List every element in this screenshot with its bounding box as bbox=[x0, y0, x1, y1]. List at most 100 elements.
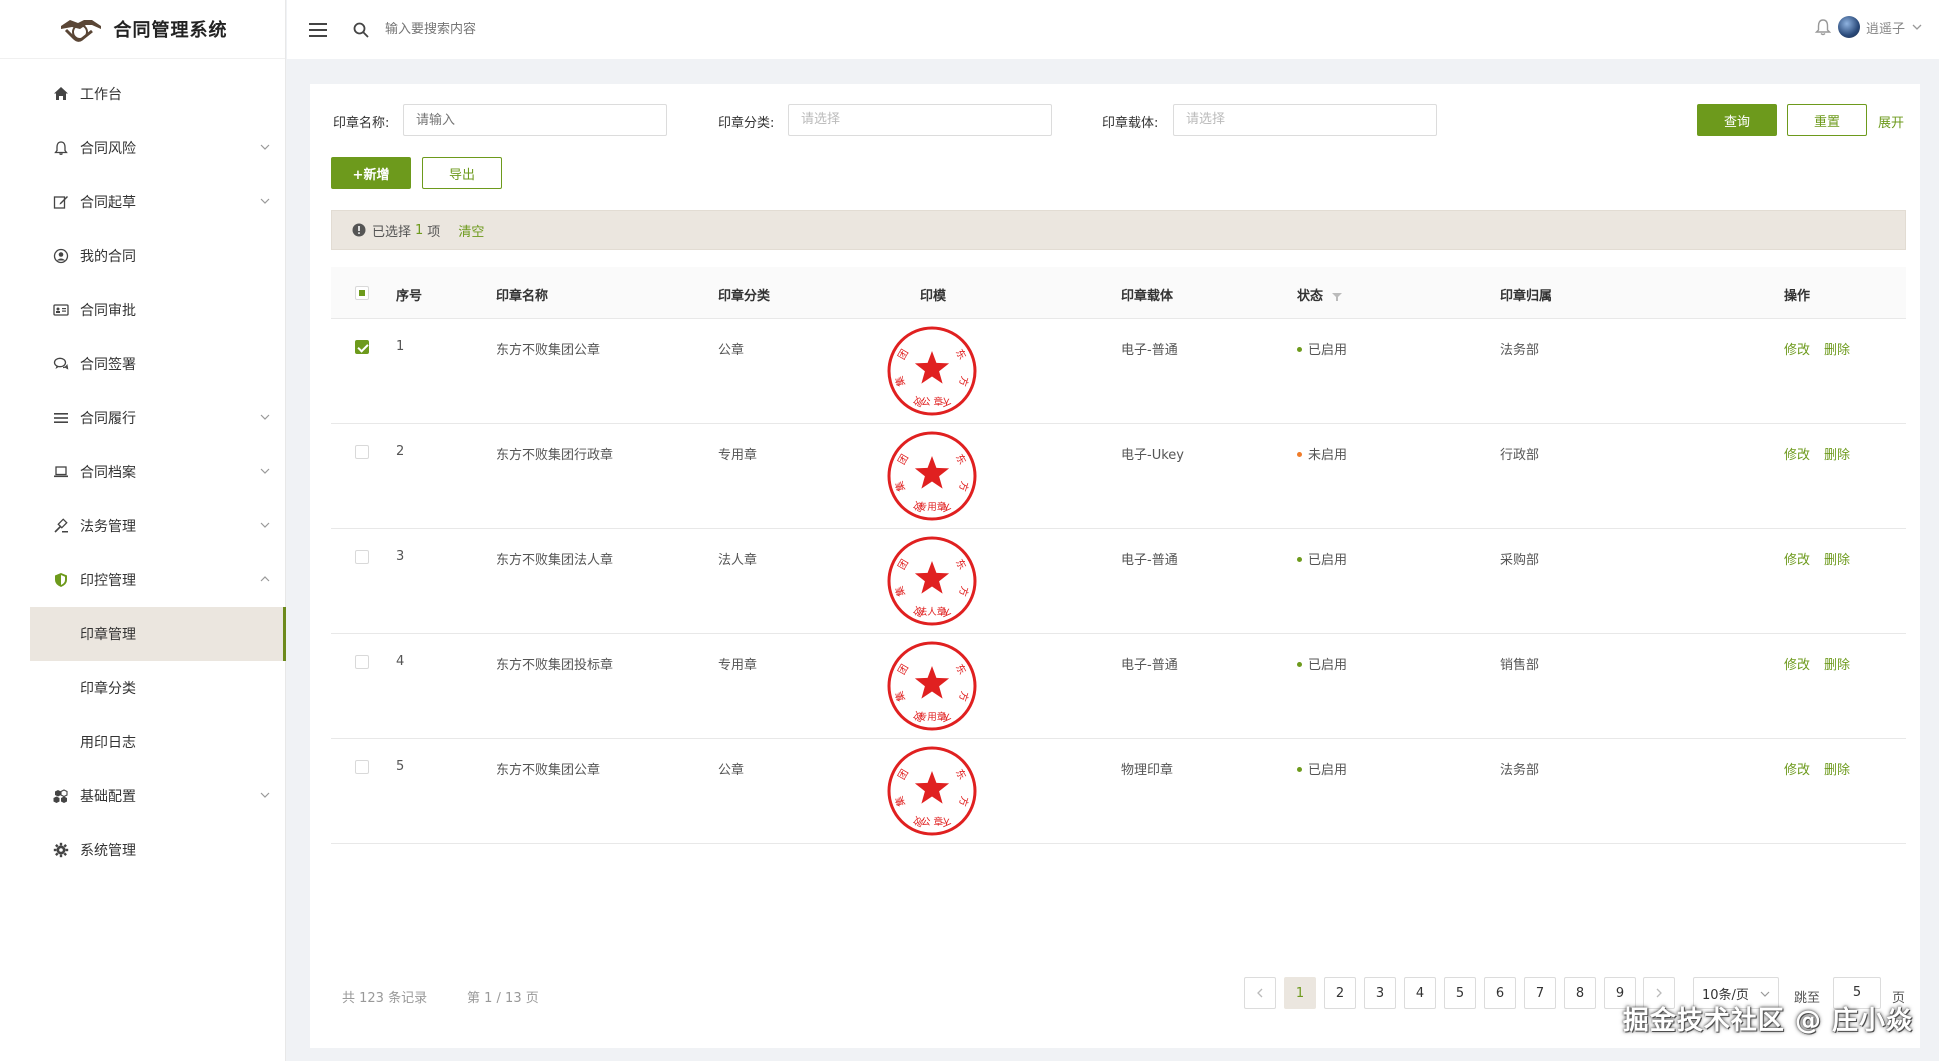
stamp-type-text: 专用章 bbox=[918, 501, 947, 513]
add-button[interactable]: +新增 bbox=[331, 157, 411, 189]
search-icon[interactable] bbox=[353, 22, 369, 38]
sidebar-item-label: 我的合同 bbox=[80, 249, 136, 265]
row-index: 3 bbox=[396, 549, 405, 564]
sidebar-item-laptop[interactable]: 合同档案 bbox=[0, 445, 285, 499]
sidebar-item-gavel[interactable]: 法务管理 bbox=[0, 499, 285, 553]
sidebar-item-cubes[interactable]: 基础配置 bbox=[0, 769, 285, 823]
row-owner: 采购部 bbox=[1500, 553, 1540, 568]
row-status: 已启用 bbox=[1297, 339, 1347, 358]
chevron-down-icon bbox=[260, 198, 270, 204]
sidebar-item-label: 合同起草 bbox=[80, 195, 136, 211]
table-row[interactable]: 3 东方不败集团法人章 法人章东方不败集团法人章 电子-普通 已启用 采购部 修改 删除 bbox=[331, 529, 1906, 634]
sidebar-item-bell[interactable]: 合同风险 bbox=[0, 121, 285, 175]
info-icon bbox=[352, 223, 366, 237]
edit-icon bbox=[52, 193, 70, 211]
page-button[interactable]: 3 bbox=[1364, 977, 1396, 1009]
table-row[interactable]: 1 东方不败集团公章 公章东方不败集团公 章电子-普通 已启用 法务部 修改 删除 bbox=[331, 319, 1906, 424]
edit-link[interactable]: 修改 bbox=[1784, 553, 1810, 568]
row-checkbox[interactable] bbox=[355, 340, 369, 354]
page-button[interactable]: 2 bbox=[1324, 977, 1356, 1009]
page-button[interactable]: 5 bbox=[1444, 977, 1476, 1009]
seal-category-select[interactable]: 请选择 bbox=[788, 104, 1052, 136]
row-actions: 修改 删除 bbox=[1784, 549, 1864, 568]
select-all-checkbox[interactable] bbox=[355, 286, 369, 300]
stamp-type-text: 专用章 bbox=[918, 711, 947, 723]
table-header: 序号 印章名称 印章分类 印模 印章载体 状态 印章归属 操作 bbox=[331, 267, 1906, 319]
sidebar-item-list[interactable]: 合同履行 bbox=[0, 391, 285, 445]
global-search-input[interactable] bbox=[385, 22, 685, 37]
row-seal-name: 东方不败集团投标章 bbox=[496, 658, 614, 673]
edit-link[interactable]: 修改 bbox=[1784, 763, 1810, 778]
row-checkbox[interactable] bbox=[355, 760, 369, 774]
selection-count: 1 bbox=[415, 222, 424, 238]
seal-name-input[interactable] bbox=[403, 104, 667, 136]
sidebar-subitem[interactable]: 用印日志 bbox=[0, 715, 285, 769]
sidebar-item-label: 系统管理 bbox=[80, 843, 136, 859]
status-label: 未启用 bbox=[1308, 448, 1348, 463]
col-carrier: 印章载体 bbox=[1121, 289, 1174, 304]
filter-icon[interactable] bbox=[1331, 292, 1342, 302]
row-status: 已启用 bbox=[1297, 759, 1347, 778]
sidebar-item-user-circle[interactable]: 我的合同 bbox=[0, 229, 285, 283]
row-checkbox[interactable] bbox=[355, 655, 369, 669]
delete-link[interactable]: 删除 bbox=[1824, 763, 1850, 778]
sidebar-item-id-card[interactable]: 合同审批 bbox=[0, 283, 285, 337]
chevron-down-icon[interactable] bbox=[1911, 21, 1923, 33]
col-index: 序号 bbox=[396, 289, 423, 304]
sidebar-subitem[interactable]: 印章管理 bbox=[30, 607, 286, 661]
export-button[interactable]: 导出 bbox=[422, 157, 502, 189]
edit-link[interactable]: 修改 bbox=[1784, 448, 1810, 463]
seal-name-label: 印章名称: bbox=[333, 116, 390, 131]
page-button[interactable]: 4 bbox=[1404, 977, 1436, 1009]
table-row[interactable]: 4 东方不败集团投标章 专用章东方不败集团专用章 电子-普通 已启用 销售部 修改 删除 bbox=[331, 634, 1906, 739]
stamp-ring-char: 集 bbox=[892, 690, 907, 704]
stamp-ring-char: 东 bbox=[953, 557, 969, 572]
page-info: 第 1 / 13 页 bbox=[467, 991, 539, 1006]
row-index: 1 bbox=[396, 339, 405, 354]
chevron-down-icon bbox=[1760, 991, 1770, 997]
seal-carrier-select[interactable]: 请选择 bbox=[1173, 104, 1437, 136]
notification-bell-icon[interactable] bbox=[1814, 18, 1832, 36]
menu-toggle-icon[interactable] bbox=[309, 22, 327, 37]
reset-button[interactable]: 重置 bbox=[1787, 104, 1867, 136]
row-actions: 修改 删除 bbox=[1784, 444, 1864, 463]
delete-link[interactable]: 删除 bbox=[1824, 553, 1850, 568]
sidebar-subitem[interactable]: 印章分类 bbox=[0, 661, 285, 715]
col-owner: 印章归属 bbox=[1500, 289, 1553, 304]
stamp-ring-char: 团 bbox=[896, 347, 911, 362]
clear-selection-link[interactable]: 清空 bbox=[458, 221, 484, 240]
logo[interactable]: 合同管理系统 bbox=[0, 0, 285, 59]
laptop-icon bbox=[52, 463, 70, 481]
delete-link[interactable]: 删除 bbox=[1824, 448, 1850, 463]
sidebar-item-home[interactable]: 工作台 bbox=[0, 67, 285, 121]
username[interactable]: 逍遥子 bbox=[1866, 18, 1905, 37]
page-button[interactable]: 8 bbox=[1564, 977, 1596, 1009]
chevron-down-icon bbox=[260, 144, 270, 150]
sidebar-item-label: 合同档案 bbox=[80, 465, 136, 481]
prev-page-button[interactable] bbox=[1244, 977, 1276, 1009]
page-button[interactable]: 1 bbox=[1284, 977, 1316, 1009]
row-checkbox[interactable] bbox=[355, 445, 369, 459]
table-row[interactable]: 2 东方不败集团行政章 专用章东方不败集团专用章 电子-Ukey 未启用 行政部 修改 删除 bbox=[331, 424, 1906, 529]
sidebar-item-gear[interactable]: 系统管理 bbox=[0, 823, 285, 877]
row-seal-name: 东方不败集团公章 bbox=[496, 763, 601, 778]
query-button[interactable]: 查询 bbox=[1697, 104, 1777, 136]
edit-link[interactable]: 修改 bbox=[1784, 343, 1810, 358]
table-row[interactable]: 5 东方不败集团公章 公章东方不败集团公 章物理印章 已启用 法务部 修改 删除 bbox=[331, 739, 1906, 844]
sidebar-item-chat[interactable]: 合同签署 bbox=[0, 337, 285, 391]
col-actions: 操作 bbox=[1784, 289, 1811, 304]
page-button[interactable]: 7 bbox=[1524, 977, 1556, 1009]
chevron-left-icon bbox=[1257, 988, 1263, 998]
expand-link[interactable]: 展开 bbox=[1878, 112, 1904, 131]
sidebar-item-edit[interactable]: 合同起草 bbox=[0, 175, 285, 229]
row-checkbox[interactable] bbox=[355, 550, 369, 564]
page-button[interactable]: 6 bbox=[1484, 977, 1516, 1009]
user-avatar[interactable] bbox=[1837, 16, 1860, 38]
delete-link[interactable]: 删除 bbox=[1824, 343, 1850, 358]
edit-link[interactable]: 修改 bbox=[1784, 658, 1810, 673]
sidebar-item-shield[interactable]: 印控管理 bbox=[0, 553, 285, 607]
chevron-up-icon bbox=[260, 576, 270, 582]
delete-link[interactable]: 删除 bbox=[1824, 658, 1850, 673]
col-status[interactable]: 状态 bbox=[1297, 285, 1342, 304]
watermark: 掘金技术社区 @ 庄小焱 bbox=[1622, 1006, 1913, 1036]
